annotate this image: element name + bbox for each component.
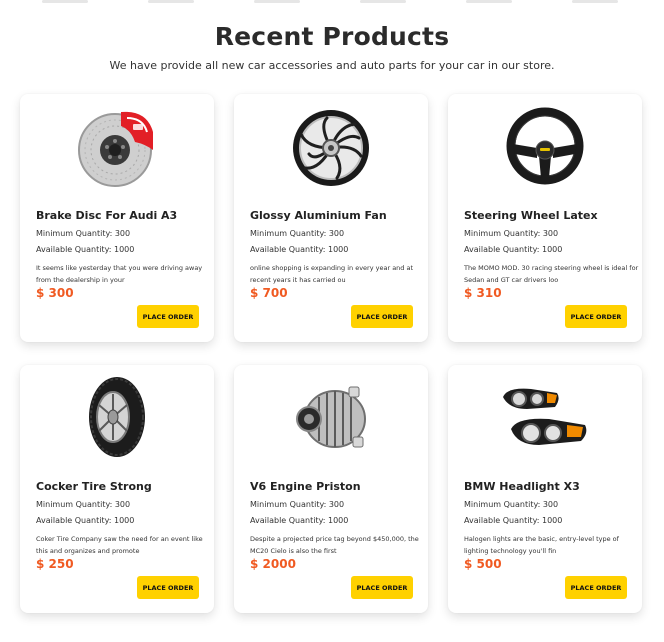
product-name[interactable]: Steering Wheel Latex <box>464 209 598 222</box>
product-price: $ 700 <box>250 286 288 300</box>
available-quantity: Available Quantity: 1000 <box>464 245 563 254</box>
tire-icon <box>89 377 145 457</box>
product-name[interactable]: Glossy Aluminium Fan <box>250 209 387 222</box>
product-description: Halogen lights are the basic, entry-leve… <box>464 535 619 555</box>
available-quantity: Available Quantity: 1000 <box>250 245 349 254</box>
product-card[interactable]: V6 Engine Priston Minimum Quantity: 300 … <box>234 365 428 613</box>
product-description: Despite a projected price tag beyond $45… <box>250 535 419 555</box>
product-image[interactable] <box>234 369 428 465</box>
product-image[interactable] <box>448 98 642 194</box>
available-quantity: Available Quantity: 1000 <box>464 516 563 525</box>
divider-dash <box>360 0 406 3</box>
product-card[interactable]: Brake Disc For Audi A3 Minimum Quantity:… <box>20 94 214 342</box>
top-divider-strip <box>0 0 664 6</box>
place-order-button[interactable]: PLACE ORDER <box>137 576 199 599</box>
divider-dash <box>466 0 512 3</box>
minimum-quantity: Minimum Quantity: 300 <box>250 229 345 238</box>
product-image[interactable] <box>20 369 214 465</box>
place-order-button[interactable]: PLACE ORDER <box>565 576 627 599</box>
product-name[interactable]: BMW Headlight X3 <box>464 480 580 493</box>
product-price: $ 500 <box>464 557 502 571</box>
divider-dash <box>254 0 300 3</box>
minimum-quantity: Minimum Quantity: 300 <box>464 500 559 509</box>
steering-wheel-icon <box>506 107 584 185</box>
product-card[interactable]: Steering Wheel Latex Minimum Quantity: 3… <box>448 94 642 342</box>
product-description: Coker Tire Company saw the need for an e… <box>36 535 203 555</box>
section-title: Recent Products <box>214 22 450 51</box>
section-subtitle: We have provide all new car accessories … <box>109 59 555 72</box>
product-price: $ 310 <box>464 286 502 300</box>
divider-dash <box>148 0 194 3</box>
product-card[interactable]: BMW Headlight X3 Minimum Quantity: 300 A… <box>448 365 642 613</box>
place-order-button[interactable]: PLACE ORDER <box>565 305 627 328</box>
product-description: It seems like yesterday that you were dr… <box>36 264 203 284</box>
product-price: $ 250 <box>36 557 74 571</box>
available-quantity: Available Quantity: 1000 <box>36 516 135 525</box>
product-card[interactable]: Glossy Aluminium Fan Minimum Quantity: 3… <box>234 94 428 342</box>
product-name[interactable]: V6 Engine Priston <box>250 480 361 493</box>
product-image[interactable] <box>234 98 428 194</box>
place-order-button[interactable]: PLACE ORDER <box>137 305 199 328</box>
product-description: The MOMO MOD. 30 racing steering wheel i… <box>464 264 639 284</box>
product-image[interactable] <box>448 369 642 465</box>
available-quantity: Available Quantity: 1000 <box>36 245 135 254</box>
product-name[interactable]: Cocker Tire Strong <box>36 480 152 493</box>
product-image[interactable] <box>20 98 214 194</box>
minimum-quantity: Minimum Quantity: 300 <box>250 500 345 509</box>
divider-dash <box>572 0 618 3</box>
product-description: online shopping is expanding in every ye… <box>250 264 414 284</box>
minimum-quantity: Minimum Quantity: 300 <box>36 229 131 238</box>
product-price: $ 300 <box>36 286 74 300</box>
alloy-wheel-icon <box>293 110 369 186</box>
minimum-quantity: Minimum Quantity: 300 <box>464 229 559 238</box>
alternator-icon <box>296 386 366 448</box>
product-price: $ 2000 <box>250 557 296 571</box>
headlight-icon <box>503 388 587 445</box>
minimum-quantity: Minimum Quantity: 300 <box>36 500 131 509</box>
brake-disc-icon <box>78 111 153 187</box>
divider-dash <box>42 0 88 3</box>
product-name[interactable]: Brake Disc For Audi A3 <box>36 209 177 222</box>
available-quantity: Available Quantity: 1000 <box>250 516 349 525</box>
product-card[interactable]: Cocker Tire Strong Minimum Quantity: 300… <box>20 365 214 613</box>
place-order-button[interactable]: PLACE ORDER <box>351 305 413 328</box>
place-order-button[interactable]: PLACE ORDER <box>351 576 413 599</box>
